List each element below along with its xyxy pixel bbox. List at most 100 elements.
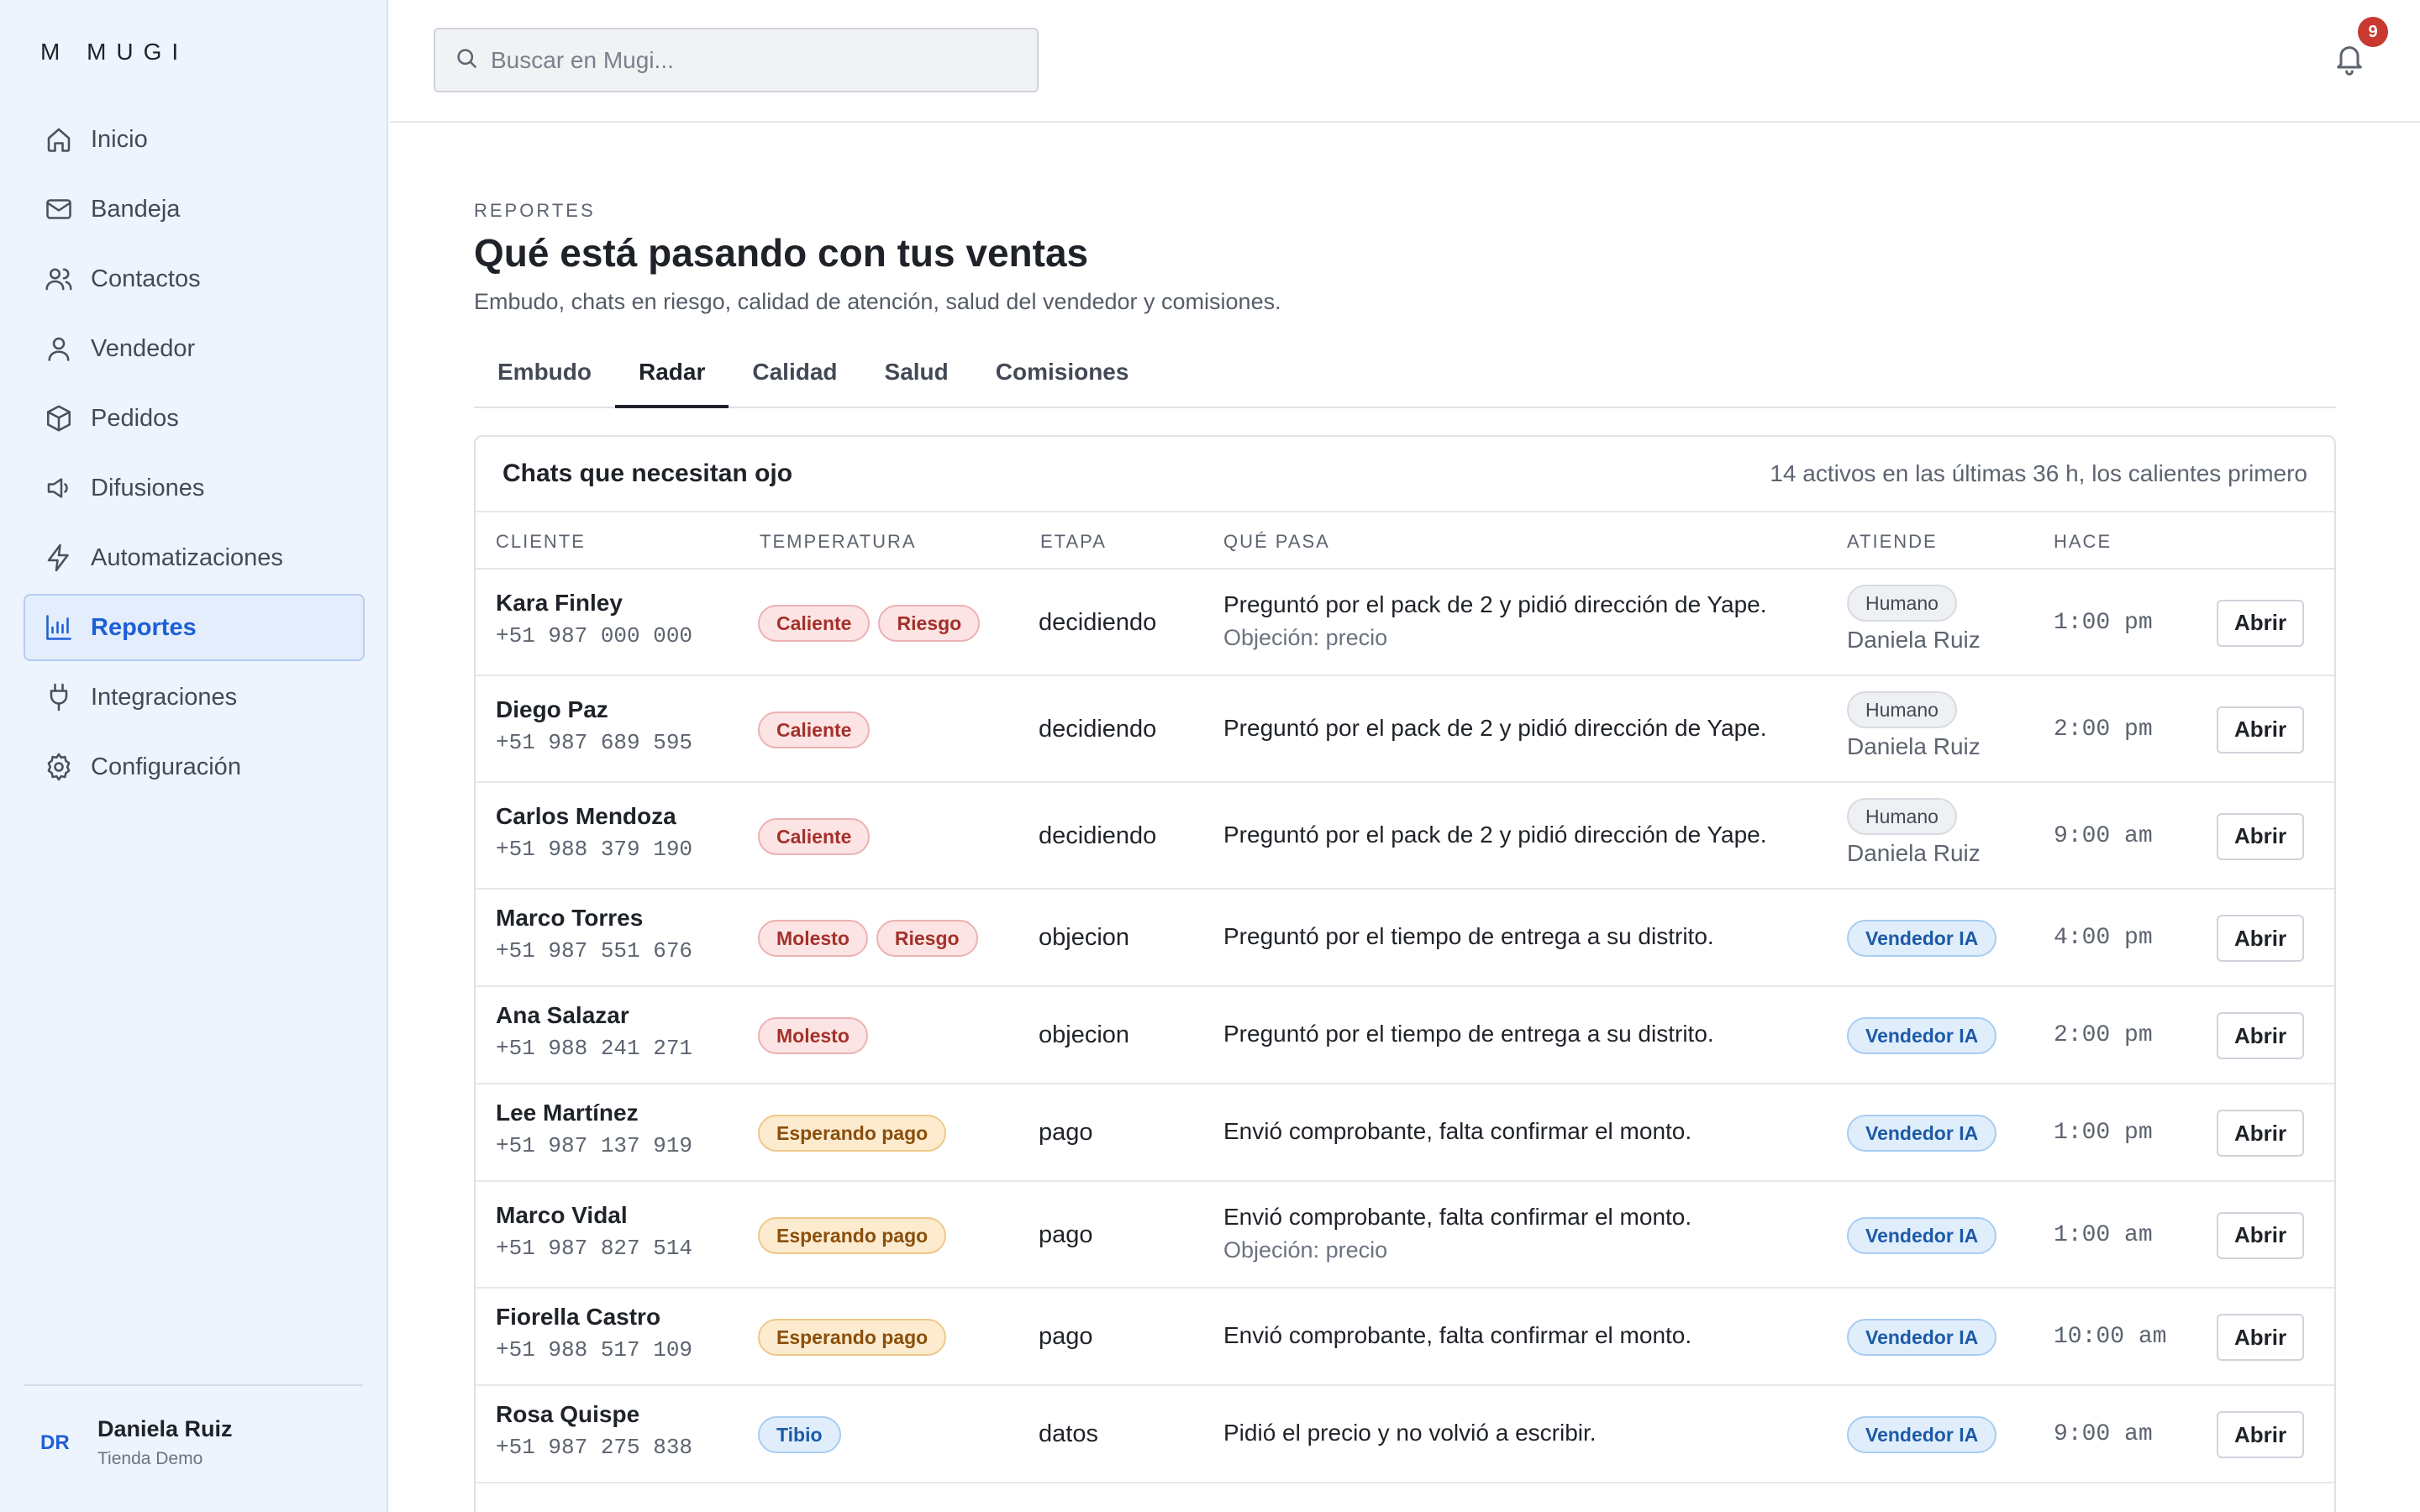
sidebar-item-inicio[interactable]: Inicio xyxy=(24,106,365,173)
tab-calidad[interactable]: Calidad xyxy=(729,343,860,408)
table-row: Carlos Mendoza +51 988 379 190 Caliente dec… xyxy=(476,783,2334,890)
stage-cell: pago xyxy=(1039,1323,1093,1350)
user-icon xyxy=(44,333,74,364)
megaphone-icon xyxy=(44,473,74,503)
gear-icon xyxy=(44,752,74,782)
open-cell: Abrir xyxy=(2217,706,2304,753)
assignee-badge: Vendedor IA xyxy=(1847,1216,1997,1254)
user-store: Tienda Demo xyxy=(97,1449,203,1468)
client-cell: Rosa Quispe +51 987 275 838 xyxy=(496,1401,692,1460)
stage-cell: decidiendo xyxy=(1039,715,1157,743)
what-text: Preguntó por el pack de 2 y pidió direcc… xyxy=(1223,714,1767,741)
sidebar-item-label: Pedidos xyxy=(91,404,179,432)
temperature-tag: Caliente xyxy=(758,604,871,642)
temperature-tag: Riesgo xyxy=(878,604,981,642)
sidebar-item-difusiones[interactable]: Difusiones xyxy=(24,454,365,522)
temperature-tag: Molesto xyxy=(758,920,868,957)
page-title: Qué está pasando con tus ventas xyxy=(474,231,1089,275)
sidebar-item-vendedor[interactable]: Vendedor xyxy=(24,315,365,382)
open-chat-button[interactable]: Abrir xyxy=(2217,915,2304,962)
table-body: Kara Finley +51 987 000 000 Caliente Riesgo… xyxy=(476,570,2334,1512)
sidebar-item-automatizaciones[interactable]: Automatizaciones xyxy=(24,524,365,591)
objection-text: Objeción: precio xyxy=(1223,624,1388,650)
sidebar-item-pedidos[interactable]: Pedidos xyxy=(24,385,365,452)
sidebar-item-integraciones[interactable]: Integraciones xyxy=(24,664,365,731)
search-icon xyxy=(454,45,479,75)
notifications-button[interactable]: 9 xyxy=(2333,17,2388,81)
table-row: Ana Salazar +51 988 241 271 Molesto objecio… xyxy=(476,987,2334,1084)
temperature-tag: Esperando pago xyxy=(758,1216,947,1254)
open-cell: Abrir xyxy=(2217,599,2304,647)
assignee-badge: Humano xyxy=(1847,797,1957,835)
client-phone: +51 988 379 190 xyxy=(496,836,693,862)
temperature-cell: Molesto xyxy=(758,1017,868,1054)
client-phone: +51 987 137 919 xyxy=(496,1133,693,1158)
assignee-badge: Vendedor IA xyxy=(1847,1115,1997,1152)
stage-cell: decidiendo xyxy=(1039,608,1157,636)
brand-logo[interactable]: M MUGI xyxy=(40,39,188,66)
open-cell: Abrir xyxy=(2217,1110,2304,1157)
open-chat-button[interactable]: Abrir xyxy=(2217,812,2304,860)
what-cell: Preguntó por el tiempo de entrega a su d… xyxy=(1223,1021,1714,1047)
sidebar-nav: Inicio Bandeja Contactos Vendedor Pedidos Dif… xyxy=(24,106,365,803)
avatar: DR xyxy=(40,1431,70,1454)
open-chat-button[interactable]: Abrir xyxy=(2217,1411,2304,1458)
open-cell: Abrir xyxy=(2217,1314,2304,1361)
sidebar-item-configuracion[interactable]: Configuración xyxy=(24,733,365,801)
open-chat-button[interactable]: Abrir xyxy=(2217,706,2304,753)
table-row xyxy=(476,1483,2334,1512)
search-box[interactable] xyxy=(434,28,1039,92)
assignee-badge: Vendedor IA xyxy=(1847,920,1997,957)
what-text: Preguntó por el tiempo de entrega a su d… xyxy=(1223,1021,1714,1047)
tab-radar[interactable]: Radar xyxy=(615,343,729,408)
what-cell: Preguntó por el pack de 2 y pidió direcc… xyxy=(1223,822,1767,848)
search-input[interactable] xyxy=(491,46,1012,74)
table-row: Diego Paz +51 987 689 595 Caliente decidien… xyxy=(476,676,2334,783)
column-header-hace: HACE xyxy=(2054,531,2112,552)
table-header: CLIENTE TEMPERATURA ETAPA QUÉ PASA ATIEN… xyxy=(476,512,2334,570)
sidebar-item-contactos[interactable]: Contactos xyxy=(24,245,365,312)
client-name: Marco Vidal xyxy=(496,1201,628,1228)
sidebar-item-reportes[interactable]: Reportes xyxy=(24,594,365,661)
time-cell: 1:00 am xyxy=(2054,1221,2153,1248)
report-tabs: Embudo Radar Calidad Salud Comisiones xyxy=(474,343,2336,408)
stage-cell: objecion xyxy=(1039,924,1130,951)
assignee-badge: Humano xyxy=(1847,690,1957,728)
tab-salud[interactable]: Salud xyxy=(861,343,972,408)
client-phone: +51 987 689 595 xyxy=(496,729,693,755)
temperature-cell: Esperando pago xyxy=(758,1216,947,1254)
sidebar-item-label: Inicio xyxy=(91,125,148,153)
temperature-cell: Esperando pago xyxy=(758,1319,947,1356)
assignee-name: Daniela Ruiz xyxy=(1847,626,1981,653)
table-row: Marco Vidal +51 987 827 514 Esperando pago… xyxy=(476,1182,2334,1289)
sidebar-item-label: Contactos xyxy=(91,265,201,292)
sidebar-item-bandeja[interactable]: Bandeja xyxy=(24,176,365,243)
open-chat-button[interactable]: Abrir xyxy=(2217,1012,2304,1059)
objection-text: Objeción: precio xyxy=(1223,1236,1388,1263)
assignee-cell: Vendedor IA xyxy=(1847,1216,1997,1254)
table-row: Marco Torres +51 987 551 676 Molesto Riesgo… xyxy=(476,890,2334,987)
box-icon xyxy=(44,403,74,433)
page-eyebrow: REPORTES xyxy=(474,200,596,221)
home-icon xyxy=(44,124,74,155)
tab-embudo[interactable]: Embudo xyxy=(474,343,615,408)
tab-comisiones[interactable]: Comisiones xyxy=(972,343,1153,408)
notification-badge: 9 xyxy=(2358,17,2388,47)
client-cell: Ana Salazar +51 988 241 271 xyxy=(496,1002,692,1061)
open-chat-button[interactable]: Abrir xyxy=(2217,1211,2304,1259)
what-cell: Pidió el precio y no volvió a escribir. xyxy=(1223,1420,1597,1446)
assignee-badge: Humano xyxy=(1847,584,1957,622)
assignee-name: Daniela Ruiz xyxy=(1847,839,1981,866)
what-text: Preguntó por el pack de 2 y pidió direcc… xyxy=(1223,821,1767,848)
client-phone: +51 987 827 514 xyxy=(496,1235,693,1261)
user-profile[interactable]: DR Daniela Ruiz Tienda Demo xyxy=(40,1416,233,1469)
time-cell: 1:00 pm xyxy=(2054,1120,2153,1146)
table-row: Kara Finley +51 987 000 000 Caliente Riesgo… xyxy=(476,570,2334,676)
stage-cell: pago xyxy=(1039,1119,1093,1146)
open-chat-button[interactable]: Abrir xyxy=(2217,599,2304,647)
stage-cell: datos xyxy=(1039,1420,1098,1447)
column-header-temperatura: TEMPERATURA xyxy=(760,531,917,552)
open-chat-button[interactable]: Abrir xyxy=(2217,1314,2304,1361)
open-chat-button[interactable]: Abrir xyxy=(2217,1110,2304,1157)
sidebar: M MUGI Inicio Bandeja Contactos Vendedor Ped… xyxy=(0,0,388,1512)
